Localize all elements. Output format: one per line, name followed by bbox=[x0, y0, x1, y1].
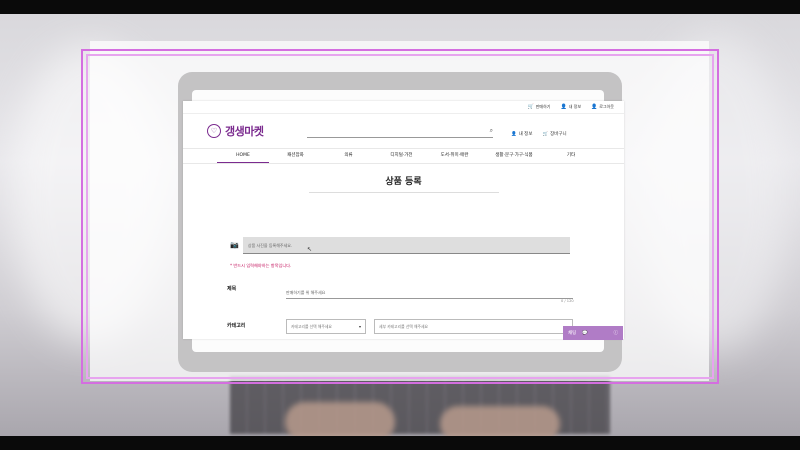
nav-item-clothing[interactable]: 의류 bbox=[322, 149, 375, 163]
web-page: 🛒 판매하기 👤 내 정보 👤 로그아웃 ♡ 갱생마켓 ⌕ 👤 내 정보 🛒 장바구니 H… bbox=[183, 101, 624, 339]
header-cart-link[interactable]: 🛒 장바구니 bbox=[542, 131, 566, 138]
user-icon: 👤 bbox=[591, 104, 598, 110]
search-input[interactable]: ⌕ bbox=[307, 127, 493, 138]
photo-placeholder: 상품 사진을 등록해주세요. bbox=[247, 242, 293, 248]
chat-label: 채팅 bbox=[568, 331, 577, 336]
required-note: * 반드시 입력해야하는 항목입니다. bbox=[230, 263, 292, 268]
title-divider bbox=[308, 192, 499, 193]
hanger-icon: ♡ bbox=[207, 124, 221, 138]
site-logo[interactable]: ♡ 갱생마켓 bbox=[207, 123, 264, 139]
right-hand bbox=[440, 406, 560, 436]
photo-upload-row: 📷 상품 사진을 등록해주세요. ↖ bbox=[230, 236, 570, 254]
site-header: ♡ 갱생마켓 ⌕ 👤 내 정보 🛒 장바구니 bbox=[183, 114, 624, 148]
title-label: 제목 bbox=[227, 286, 237, 292]
subcategory-select[interactable]: 세부 카테고리를 선택 해주세요 bbox=[374, 319, 573, 334]
cart-icon: 🛒 bbox=[527, 104, 534, 110]
util-myinfo-link[interactable]: 👤 내 정보 bbox=[560, 104, 581, 110]
letterbox-bottom bbox=[0, 436, 800, 450]
category-select[interactable]: 카테고리를 선택 해주세요 ▾ bbox=[286, 319, 366, 334]
left-hand bbox=[285, 402, 395, 436]
letterbox-top bbox=[0, 0, 800, 14]
search-icon[interactable]: ⌕ bbox=[490, 127, 493, 135]
chat-icon: 💬 bbox=[582, 330, 588, 336]
title-char-counter: 0 / 120 bbox=[561, 299, 574, 303]
mouse-cursor-icon: ↖ bbox=[306, 245, 312, 253]
user-icon: 👤 bbox=[560, 104, 567, 110]
category-nav: HOME 패션잡화 의류 디지털·가전 도서·취미·애완 생활·문구·가구·식품… bbox=[183, 148, 624, 164]
nav-item-books-hobby[interactable]: 도서·취미·애완 bbox=[428, 149, 481, 163]
util-logout-link[interactable]: 👤 로그아웃 bbox=[591, 104, 614, 110]
caret-down-icon: ▾ bbox=[358, 324, 361, 329]
cart-icon: 🛒 bbox=[542, 131, 549, 137]
header-myinfo-link[interactable]: 👤 내 정보 bbox=[511, 131, 532, 138]
photo-upload-field[interactable]: 상품 사진을 등록해주세요. ↖ bbox=[242, 236, 570, 254]
page-title: 상품 등록 bbox=[385, 177, 422, 187]
title-input[interactable]: 판매하기를 위 해주세요 bbox=[286, 287, 573, 299]
chat-widget[interactable]: 채팅 💬 ⓘ bbox=[563, 326, 623, 340]
utility-bar: 🛒 판매하기 👤 내 정보 👤 로그아웃 bbox=[183, 101, 624, 114]
header-links: 👤 내 정보 🛒 장바구니 bbox=[511, 131, 567, 138]
category-label: 카테고리 bbox=[227, 323, 246, 329]
nav-item-digital[interactable]: 디지털·가전 bbox=[375, 149, 428, 163]
nav-item-living[interactable]: 생활·문구·가구·식품 bbox=[481, 149, 547, 163]
nav-item-home[interactable]: HOME bbox=[217, 149, 269, 163]
help-icon[interactable]: ⓘ bbox=[614, 330, 619, 336]
camera-icon: 📷 bbox=[230, 241, 239, 249]
user-icon: 👤 bbox=[511, 131, 517, 137]
logo-text: 갱생마켓 bbox=[225, 125, 264, 138]
util-sell-link[interactable]: 🛒 판매하기 bbox=[528, 104, 551, 110]
nav-item-etc[interactable]: 기타 bbox=[547, 149, 595, 163]
nav-item-fashion-goods[interactable]: 패션잡화 bbox=[269, 149, 322, 163]
